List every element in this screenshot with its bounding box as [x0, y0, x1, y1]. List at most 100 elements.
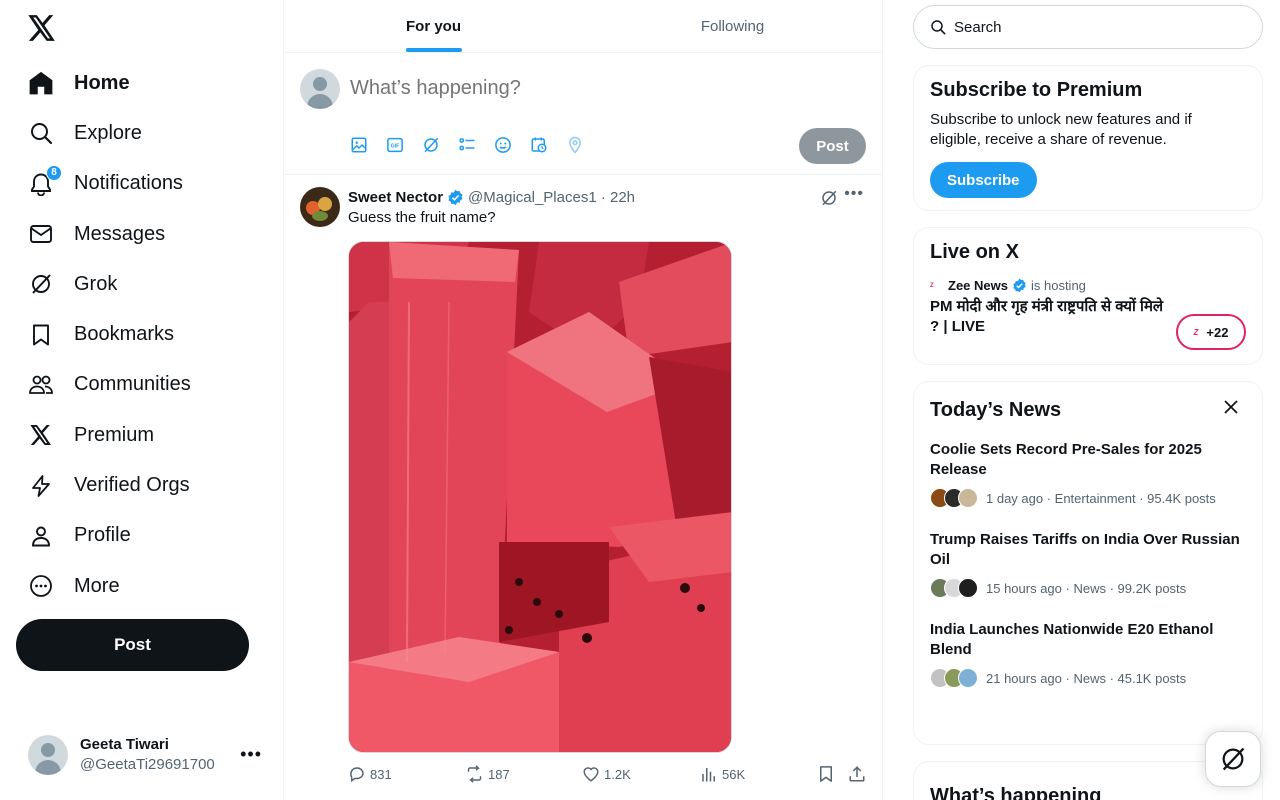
- tweet-actions: 831 187 1.2K 56K: [348, 765, 868, 785]
- repost-button[interactable]: 187: [465, 765, 510, 783]
- nav-item-grok[interactable]: Grok: [16, 259, 276, 309]
- repost-count: 187: [488, 766, 510, 782]
- grok-icon[interactable]: [820, 189, 838, 212]
- share-icon: [849, 766, 865, 782]
- right-sidebar: Subscribe to Premium Subscribe to unlock…: [913, 0, 1263, 800]
- views-button[interactable]: 56K: [700, 765, 745, 783]
- news-item[interactable]: Trump Raises Tariffs on India Over Russi…: [930, 530, 1246, 598]
- bookmark-icon: [28, 322, 54, 348]
- people-icon: [28, 372, 54, 398]
- tab-for-you[interactable]: For you: [284, 0, 583, 52]
- person-icon: [28, 523, 54, 549]
- avatar: [28, 735, 68, 775]
- live-card: Live on X Z Zee News is hosting PM मोदी …: [913, 227, 1263, 365]
- image-icon[interactable]: [350, 135, 386, 155]
- x-logo-icon: [28, 422, 54, 448]
- news-item[interactable]: Coolie Sets Record Pre-Sales for 2025 Re…: [930, 440, 1246, 508]
- news-meta-row: 21 hours ago · News · 45.1K posts: [930, 668, 1246, 688]
- nav-item-notifications[interactable]: 8 Notifications: [16, 159, 276, 209]
- subscribe-button[interactable]: Subscribe: [930, 162, 1037, 198]
- news-list: Coolie Sets Record Pre-Sales for 2025 Re…: [930, 440, 1246, 688]
- live-host-name: Zee News: [948, 278, 1008, 293]
- share-button[interactable]: [848, 765, 870, 783]
- nav-label: Communities: [74, 373, 191, 396]
- close-icon[interactable]: [1224, 400, 1238, 419]
- search-box[interactable]: [913, 5, 1263, 49]
- account-handle: @GeetaTi29691700: [80, 756, 215, 773]
- tweet-author-avatar[interactable]: [300, 187, 340, 227]
- reply-button[interactable]: 831: [348, 765, 392, 783]
- nav-item-profile[interactable]: Profile: [16, 511, 276, 561]
- nav-item-premium[interactable]: Premium: [16, 410, 276, 460]
- premium-card: Subscribe to Premium Subscribe to unlock…: [913, 65, 1263, 211]
- news-item[interactable]: India Launches Nationwide E20 Ethanol Bl…: [930, 620, 1246, 688]
- post-button[interactable]: Post: [16, 619, 249, 671]
- news-headline: Trump Raises Tariffs on India Over Russi…: [930, 531, 1240, 568]
- live-stream-title[interactable]: PM मोदी और गृह मंत्री राष्ट्रपति से क्यो…: [930, 297, 1170, 337]
- nav-item-more[interactable]: More: [16, 561, 276, 611]
- tweet[interactable]: Sweet Nector @Magical_Places1 · 22h Gues…: [284, 175, 882, 800]
- gif-icon[interactable]: GIF: [386, 135, 422, 155]
- search-input[interactable]: [954, 18, 1234, 36]
- nav-label: More: [74, 574, 120, 597]
- account-switcher[interactable]: Geeta Tiwari @GeetaTi29691700 •••: [16, 722, 276, 788]
- verified-badge-icon: [447, 189, 464, 206]
- zee-news-logo-icon: Z: [930, 282, 934, 289]
- nav-label: Messages: [74, 222, 166, 245]
- nav-item-verified-orgs[interactable]: Verified Orgs: [16, 460, 276, 510]
- nav-item-home[interactable]: Home: [16, 58, 276, 108]
- tweet-header: Sweet Nector @Magical_Places1 · 22h: [348, 187, 635, 207]
- nav-item-explore[interactable]: Explore: [16, 108, 276, 158]
- reply-count: 831: [370, 766, 392, 782]
- more-horizontal-icon[interactable]: •••: [844, 185, 864, 203]
- tweet-author-name[interactable]: Sweet Nector: [348, 189, 443, 206]
- news-meta: 21 hours ago · News · 45.1K posts: [986, 670, 1187, 686]
- grok-icon: [28, 271, 54, 297]
- news-meta-row: 15 hours ago · News · 99.2K posts: [930, 578, 1246, 598]
- nav-label: Verified Orgs: [74, 474, 190, 497]
- account-name: Geeta Tiwari: [80, 736, 169, 753]
- bookmark-button[interactable]: [817, 765, 839, 783]
- live-host[interactable]: Z Zee News is hosting: [930, 278, 1246, 293]
- news-meta: 15 hours ago · News · 99.2K posts: [986, 580, 1187, 596]
- like-count: 1.2K: [604, 766, 631, 782]
- nav-label: Profile: [74, 524, 131, 547]
- grok-icon[interactable]: [422, 135, 458, 155]
- search-icon: [28, 120, 54, 146]
- reply-icon: [350, 767, 364, 783]
- repost-icon: [467, 765, 482, 783]
- poll-icon[interactable]: [458, 135, 494, 155]
- avatar-stack: [930, 668, 978, 688]
- more-circle-icon: [28, 573, 54, 599]
- compose-post-button[interactable]: Post: [799, 128, 866, 164]
- timeline: For you Following GIF: [283, 0, 883, 800]
- compose-input[interactable]: [350, 77, 850, 100]
- tab-following[interactable]: Following: [583, 0, 882, 52]
- more-horizontal-icon[interactable]: •••: [240, 744, 262, 765]
- nav-item-communities[interactable]: Communities: [16, 360, 276, 410]
- avatar: [300, 69, 340, 109]
- emoji-icon[interactable]: [494, 135, 530, 155]
- premium-text: Subscribe to unlock new features and if …: [930, 111, 1192, 148]
- bookmark-icon: [820, 766, 832, 782]
- tweet-handle-time: @Magical_Places1 · 22h: [468, 188, 636, 206]
- nav-item-messages[interactable]: Messages: [16, 209, 276, 259]
- bell-icon: 8: [28, 164, 62, 197]
- news-headline: India Launches Nationwide E20 Ethanol Bl…: [930, 621, 1214, 658]
- live-title: Live on X: [930, 241, 1019, 263]
- x-logo-icon[interactable]: [26, 12, 58, 44]
- location-icon[interactable]: [566, 135, 602, 155]
- news-title: Today’s News: [930, 399, 1062, 421]
- tweet-image[interactable]: [348, 241, 732, 753]
- schedule-icon[interactable]: [530, 135, 566, 155]
- nav-label: Premium: [74, 423, 155, 446]
- grok-floating-button[interactable]: [1205, 731, 1261, 787]
- news-card: Today’s News Coolie Sets Record Pre-Sale…: [913, 381, 1263, 745]
- envelope-icon: [28, 221, 54, 247]
- nav-item-bookmarks[interactable]: Bookmarks: [16, 309, 276, 359]
- live-listeners-pill[interactable]: Z +22: [1176, 314, 1246, 350]
- like-button[interactable]: 1.2K: [582, 765, 631, 783]
- verified-badge-icon: [1012, 278, 1027, 293]
- premium-title: Subscribe to Premium: [930, 79, 1143, 101]
- home-icon: [28, 70, 54, 96]
